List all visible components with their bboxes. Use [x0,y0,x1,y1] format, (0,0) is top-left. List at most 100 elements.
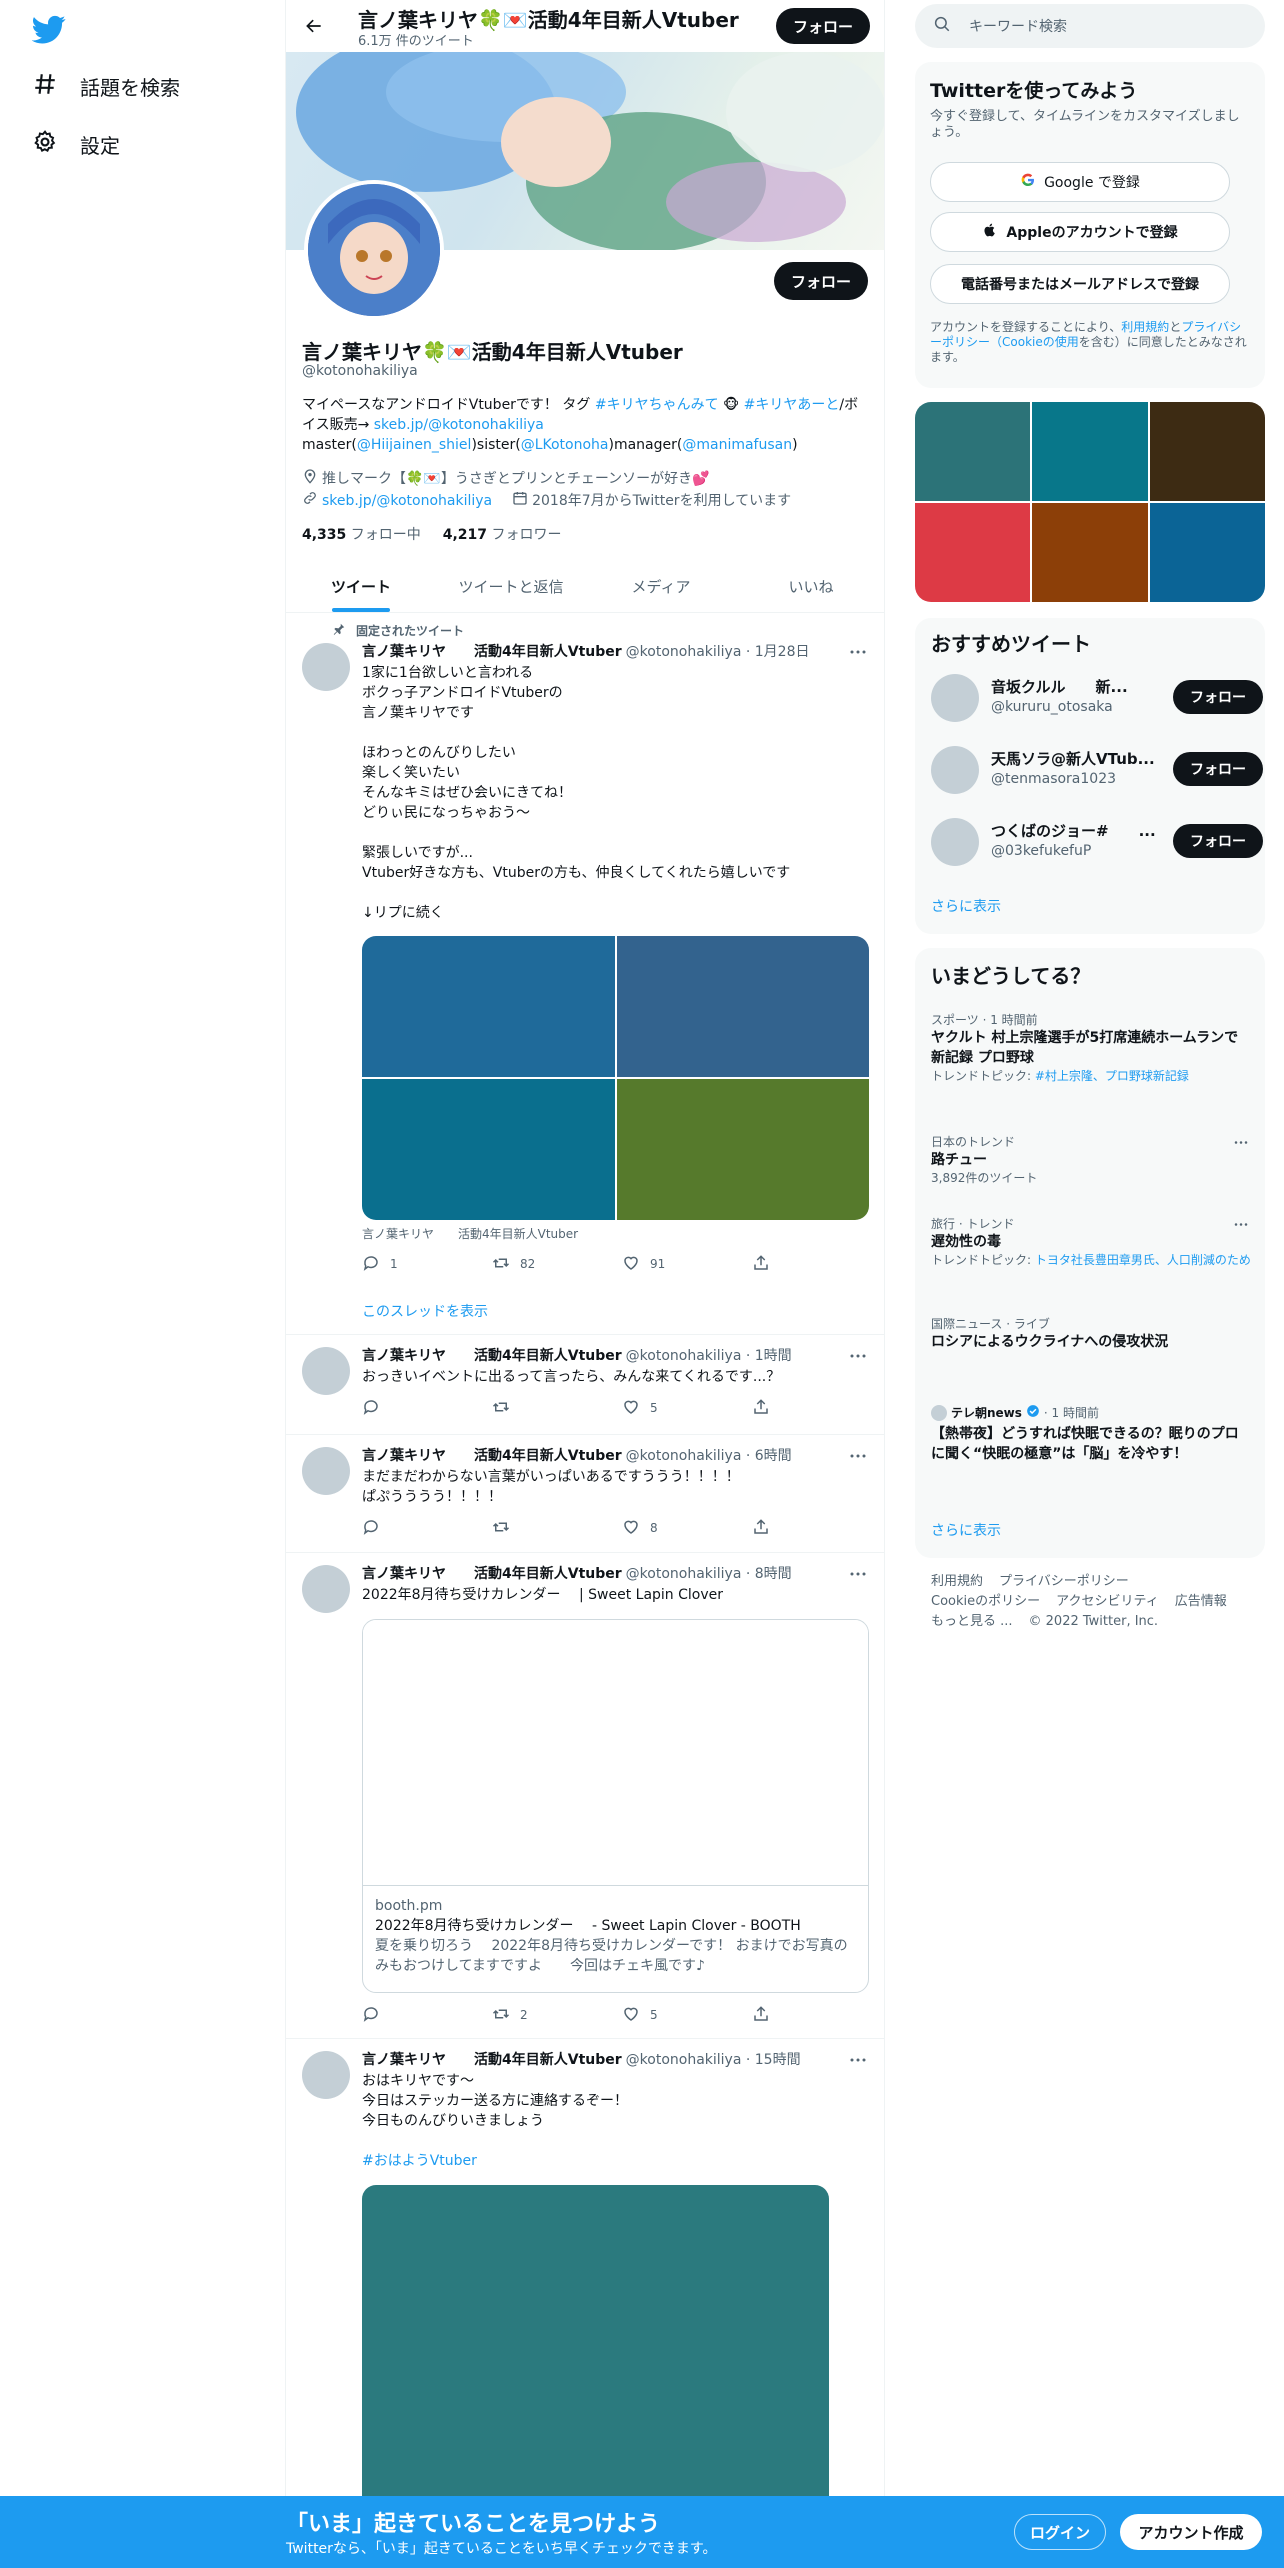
like-button[interactable]: 8 [622,1518,752,1539]
footer-link[interactable]: 利用規約 [931,1572,983,1592]
tweet-item[interactable]: 言ノ葉キリヤ 活動4年目新人Vtuber @kotonohakiliya · 8… [286,1553,884,2039]
follow-button[interactable]: フォロー [1173,824,1263,858]
news-item[interactable]: テレ朝news · 1 時間前 【熱帯夜】どうすれば快眠できるの？眠りのプロに聞… [931,1404,1251,1464]
like-button[interactable]: 5 [622,2005,752,2026]
login-button[interactable]: ログイン [1014,2514,1106,2550]
share-button[interactable] [752,2005,770,2026]
bio-mention-link[interactable]: @Hiijainen_shiel [357,437,472,453]
avatar[interactable] [931,746,979,794]
recommended-user[interactable]: 天馬ソラ@新人VTub... @tenmasora1023 フォロー [931,744,1263,794]
tweet-media-image[interactable] [616,936,869,1077]
more-options-icon[interactable] [846,1565,870,1583]
tweet-author-handle[interactable]: @kotonohakiliya · 1時間 [626,1345,792,1365]
tweet-item[interactable]: 言ノ葉キリヤ 活動4年目新人Vtuber @kotonohakiliya · 1… [286,2039,884,2565]
tweet-media-image[interactable] [362,936,615,1077]
nav-explore[interactable]: 話題を検索 [32,64,180,108]
back-arrow-icon[interactable] [300,12,328,40]
avatar[interactable] [931,818,979,866]
reply-button[interactable] [362,2005,492,2026]
tweet-author-name[interactable]: 言ノ葉キリヤ 活動4年目新人Vtuber [362,1445,622,1465]
share-button[interactable] [752,1518,770,1539]
tweet-hashtag-link[interactable]: #おはようVtuber [362,2151,872,2171]
search-box[interactable]: キーワード検索 [915,4,1265,48]
trends-show-more-link[interactable]: さらに表示 [931,1520,1001,1540]
profile-website-link[interactable]: skeb.jp/@kotonohakiliya [322,491,492,511]
follow-button[interactable]: フォロー [1173,752,1263,786]
tweet-author-name[interactable]: 言ノ葉キリヤ 活動4年目新人Vtuber [362,2049,622,2069]
tweet-avatar[interactable] [302,2051,350,2099]
tweet-author-name[interactable]: 言ノ葉キリヤ 活動4年目新人Vtuber [362,1345,622,1365]
tweet-item[interactable]: 言ノ葉キリヤ 活動4年目新人Vtuber @kotonohakiliya · 6… [286,1435,884,1553]
reply-button[interactable] [362,1398,492,1419]
footer-link[interactable]: Cookieのポリシー [931,1592,1040,1612]
like-button[interactable]: 91 [622,1254,752,1275]
bio-hashtag-link[interactable]: #キリヤあーと [744,397,840,413]
terms-link[interactable]: 利用規約 [1121,320,1169,334]
followers-link[interactable]: 4,217 フォロワー [443,524,562,544]
profile-avatar[interactable] [304,180,444,320]
tweet-media-image[interactable] [362,1079,615,1220]
share-button[interactable] [752,1254,770,1275]
media-thumbnail[interactable] [1032,503,1148,602]
tweet-avatar[interactable] [302,1565,350,1613]
tweet-author-handle[interactable]: @kotonohakiliya · 6時間 [626,1445,792,1465]
share-button[interactable] [752,1398,770,1419]
trend-topic-link[interactable]: #村上宗隆、プロ野球新記録 [1035,1069,1189,1083]
bio-hashtag-link[interactable]: #キリヤちゃんみて [595,397,719,413]
tweet-avatar[interactable] [302,1447,350,1495]
nav-settings[interactable]: 設定 [32,122,120,166]
recommended-show-more-link[interactable]: さらに表示 [931,896,1001,916]
link-card[interactable]: booth.pm 2022年8月待ち受けカレンダー - Sweet Lapin … [362,1619,869,1993]
tweet-author-handle[interactable]: @kotonohakiliya · 8時間 [626,1563,792,1583]
more-options-icon[interactable] [1231,1134,1251,1150]
profile-follow-button[interactable]: フォロー [774,262,868,300]
recommended-user[interactable]: つくばのジョー# ... @03kefukefuP フォロー [931,816,1263,866]
phone-email-signup-button[interactable]: 電話番号またはメールアドレスで登録 [930,264,1230,304]
trend-item[interactable]: 旅行 · トレンド 遅効性の毒 トレンドトピック: トヨタ社長豊田章男氏、人口削… [931,1216,1251,1268]
tweet-avatar[interactable] [302,1347,350,1395]
bio-mention-link[interactable]: @manimafusan [682,437,792,453]
header-follow-button[interactable]: フォロー [776,8,870,44]
trend-topic-link[interactable]: トヨタ社長豊田章男氏、人口削減のため [1035,1253,1251,1267]
reply-button[interactable] [362,1518,492,1539]
follow-button[interactable]: フォロー [1173,680,1263,714]
media-thumbnail[interactable] [1032,402,1148,501]
search-input[interactable]: キーワード検索 [969,16,1067,36]
tweet-media-image[interactable] [616,1079,869,1220]
tweet-author-name[interactable]: 言ノ葉キリヤ 活動4年目新人Vtuber [362,1563,622,1583]
retweet-button[interactable]: 2 [492,2005,622,2026]
trend-item[interactable]: スポーツ · 1 時間前 ヤクルト 村上宗隆選手が5打席連続ホームランで新記録 … [931,1012,1251,1084]
footer-link[interactable]: プライバシーポリシー [999,1572,1129,1592]
tab-tweets-and-replies[interactable]: ツイートと返信 [436,560,586,612]
more-options-icon[interactable] [846,1447,870,1465]
media-thumbnail[interactable] [1149,402,1265,501]
footer-link[interactable]: アクセシビリティ [1056,1592,1159,1612]
twitter-logo-icon[interactable] [31,12,66,46]
more-options-icon[interactable] [1231,1216,1251,1232]
tweet-item[interactable]: 固定されたツイート 言ノ葉キリヤ 活動4年目新人Vtuber @kotonoha… [286,613,884,1335]
following-link[interactable]: 4,335 フォロー中 [302,524,421,544]
trend-item[interactable]: 国際ニュース · ライブ ロシアによるウクライナへの侵攻状況 [931,1316,1251,1352]
more-options-icon[interactable] [846,643,870,661]
retweet-button[interactable] [492,1518,622,1539]
more-options-icon[interactable] [846,1347,870,1365]
tab-tweets[interactable]: ツイート [286,560,436,612]
tweet-avatar[interactable] [302,643,350,691]
retweet-button[interactable] [492,1398,622,1419]
show-thread-link[interactable]: このスレッドを表示 [362,1301,488,1321]
footer-more-link[interactable]: もっと見る ... [931,1612,1013,1632]
bio-url-link[interactable]: skeb.jp/@kotonohakiliya [374,417,544,433]
trend-item[interactable]: 日本のトレンド 路チュー 3,892件のツイート [931,1134,1251,1186]
avatar[interactable] [931,674,979,722]
tweet-author-name[interactable]: 言ノ葉キリヤ 活動4年目新人Vtuber [362,641,622,661]
more-options-icon[interactable] [846,2051,870,2069]
tab-media[interactable]: メディア [586,560,736,612]
tweet-author-handle[interactable]: @kotonohakiliya · 15時間 [626,2049,801,2069]
tweet-item[interactable]: 言ノ葉キリヤ 活動4年目新人Vtuber @kotonohakiliya · 1… [286,1335,884,1435]
media-thumbnail[interactable] [915,402,1031,501]
tweet-author-handle[interactable]: @kotonohakiliya · 1月28日 [626,641,810,661]
retweet-button[interactable]: 82 [492,1254,622,1275]
media-thumbnail[interactable] [915,503,1031,602]
like-button[interactable]: 5 [622,1398,752,1419]
apple-signup-button[interactable]: Appleのアカウントで登録 [930,212,1230,252]
